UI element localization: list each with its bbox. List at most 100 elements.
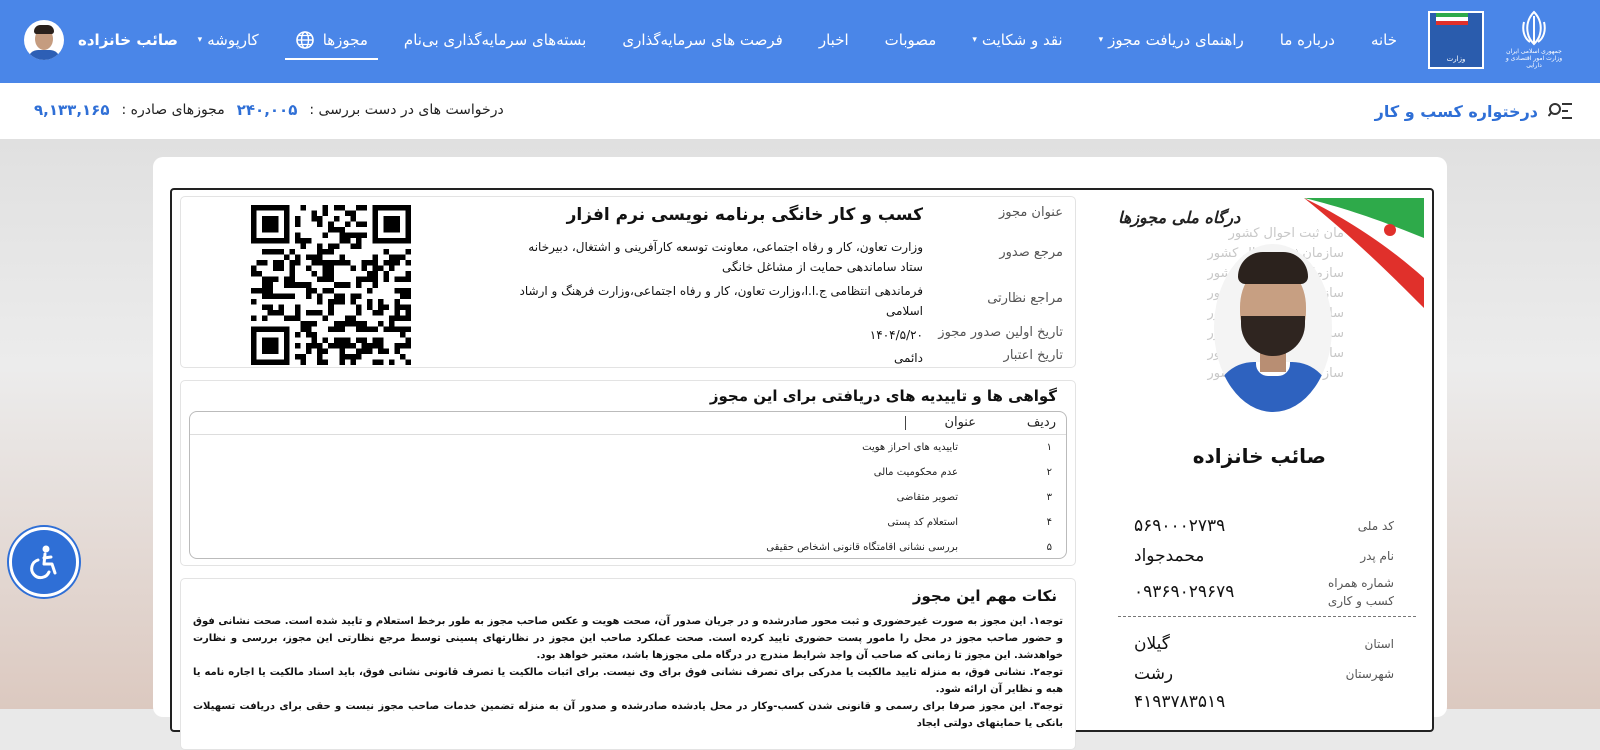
nav-item-4[interactable]: مصوبات xyxy=(867,0,955,80)
first-issue-label: تاریخ اولین صدور مجوز xyxy=(938,325,1063,340)
row-index: ۱ xyxy=(1046,442,1052,453)
profile-column: مان ثبت احوال کشورسازمان ثبت احوال کشورس… xyxy=(1118,198,1424,728)
row-title: عدم محکومیت مالی xyxy=(873,467,958,478)
avatar[interactable] xyxy=(24,20,64,60)
certificates-table: ردیف عنوان ۱ تاییدیه های احراز هویت ۲ عدم م… xyxy=(189,411,1067,559)
nav-item-label: مجوزها xyxy=(322,31,368,49)
issued-label: مجوزهای صادره : xyxy=(121,102,225,118)
validity-row: تاریخ اعتبار دائمی xyxy=(503,348,1063,368)
mobile-row: شماره همراه کسب و کاری ۰۹۳۶۹۰۲۹۶۷۹ xyxy=(1134,574,1394,610)
row-title: تاییدیه های احراز هویت xyxy=(862,442,958,453)
nav-item-1[interactable]: درباره ما xyxy=(1262,0,1353,80)
user-name[interactable]: صائب خانزاده xyxy=(78,31,178,49)
row-title: بررسی نشانی اقامتگاه قانونی اشخاص حقیقی xyxy=(766,542,958,553)
ministry-logo-text: وزارت xyxy=(1446,55,1466,63)
license-title: کسب و کار خانگی برنامه نویسی نرم افزار xyxy=(566,205,923,225)
nav-item-8[interactable]: مجوزها xyxy=(277,0,386,80)
nav-item-label: مصوبات xyxy=(884,31,937,49)
pending-value: ۲۴۰,۰۰۵ xyxy=(236,101,298,119)
certificates-box: گواهی ها و تاییدیه های دریافتی برای این … xyxy=(180,380,1076,566)
supervisors-label: مراجع نظارتی xyxy=(987,291,1063,306)
nav-item-label: نقد و شکایت xyxy=(981,31,1063,49)
national-id-value: ۵۶۹۰۰۰۲۷۳۹ xyxy=(1134,516,1226,536)
row-index: ۴ xyxy=(1046,517,1052,528)
certificates-title: گواهی ها و تاییدیه های دریافتی برای این … xyxy=(709,387,1057,405)
issued-value: ۹,۱۳۳,۱۶۵ xyxy=(34,101,110,119)
row-title: تصویر متقاضی xyxy=(896,492,958,503)
row-index: ۲ xyxy=(1046,467,1052,478)
province-value: گیلان xyxy=(1134,634,1170,654)
province-row: استان گیلان xyxy=(1134,634,1394,654)
notes-box: نکات مهم این مجوز توجه۱. این مجوز به صور… xyxy=(180,578,1076,750)
nav-item-6[interactable]: فرصت های سرمایه‌گذاری xyxy=(604,0,801,80)
sub-title[interactable]: درختواره کسب و کار xyxy=(1375,102,1538,121)
nav-item-3[interactable]: نقد و شکایت ▾ xyxy=(954,0,1080,80)
nav-item-label: اخبار xyxy=(818,31,849,49)
chevron-down-icon: ▾ xyxy=(972,35,977,45)
user-menu[interactable]: صائب خانزاده xyxy=(24,20,178,60)
table-row: ۵ بررسی نشانی اقامتگاه قانونی اشخاص حقیقی xyxy=(190,535,1066,558)
col-index-header: ردیف xyxy=(1026,415,1056,430)
stats-bar: درخواست های در دست بررسی : ۲۴۰,۰۰۵ مجوزه… xyxy=(34,101,504,119)
license-details-box: عنوان مجوز کسب و کار خانگی برنامه نویسی … xyxy=(180,196,1076,368)
mobile-value: ۰۹۳۶۹۰۲۹۶۷۹ xyxy=(1134,582,1235,602)
issuer-value: وزارت تعاون، کار و رفاه اجتماعی، معاونت … xyxy=(528,240,923,274)
nav-item-7[interactable]: بسته‌های سرمایه‌گذاری بی‌نام xyxy=(386,0,604,80)
license-title-label: عنوان مجوز xyxy=(998,205,1063,220)
col-title-header: عنوان xyxy=(905,416,1016,430)
emblem-caption: جمهوری اسلامی ایران وزارت امور اقتصادی و… xyxy=(1505,48,1563,69)
nav-item-label: فرصت های سرمایه‌گذاری xyxy=(622,31,783,49)
main-menu: خانه درباره ما راهنمای دریافت مجوز ▾ نقد و ش… xyxy=(180,0,1415,80)
notes-title: نکات مهم این مجوز xyxy=(912,587,1057,605)
nav-item-9[interactable]: کارپوشه ▾ xyxy=(180,0,277,80)
national-id-row: کد ملی ۵۶۹۰۰۰۲۷۳۹ xyxy=(1134,516,1394,536)
qr-code-icon[interactable] xyxy=(251,205,411,365)
emblem-icon xyxy=(1522,10,1546,46)
nav-item-0[interactable]: خانه xyxy=(1353,0,1415,80)
iran-emblem-logo[interactable]: جمهوری اسلامی ایران وزارت امور اقتصادی و… xyxy=(1498,8,1570,72)
flag-icon xyxy=(1436,13,1468,25)
province-label: استان xyxy=(1364,637,1394,651)
table-row: ۲ عدم محکومیت مالی xyxy=(190,460,1066,485)
first-issue-row: تاریخ اولین صدور مجوز ۱۴۰۴/۵/۲۰ xyxy=(503,325,1063,345)
separator xyxy=(1118,616,1416,617)
accessibility-icon xyxy=(30,545,57,580)
issuer-label: مرجع صدور xyxy=(999,245,1063,260)
city-label: شهرستان xyxy=(1345,667,1394,681)
accessibility-button[interactable] xyxy=(9,527,79,597)
ministry-logo[interactable]: وزارت xyxy=(1428,11,1484,69)
table-row: ۴ استعلام کد پستی xyxy=(190,510,1066,535)
nav-item-label: راهنمای دریافت مجوز xyxy=(1108,31,1244,49)
national-id-label: کد ملی xyxy=(1357,519,1394,533)
nav-item-5[interactable]: اخبار xyxy=(801,0,867,80)
license-certificate: مان ثبت احوال کشورسازمان ثبت احوال کشورس… xyxy=(170,188,1434,750)
father-name-value: محمدجواد xyxy=(1134,546,1205,566)
supervisors-row: مراجع نظارتی فرماندهی انتظامی ج.ا.ا،وزار… xyxy=(503,281,1063,321)
tree-search-icon xyxy=(1548,103,1572,119)
validity-value: دائمی xyxy=(894,351,923,365)
first-issue-value: ۱۴۰۴/۵/۲۰ xyxy=(869,328,923,342)
nav-item-2[interactable]: راهنمای دریافت مجوز ▾ xyxy=(1081,0,1262,80)
nav-item-label: خانه xyxy=(1370,31,1397,49)
top-navbar: جمهوری اسلامی ایران وزارت امور اقتصادی و… xyxy=(0,0,1600,83)
nav-item-label: کارپوشه xyxy=(207,31,259,49)
father-name-label: نام پدر xyxy=(1360,549,1394,563)
postal-code-value: ۴۱۹۳۷۸۳۵۱۹ xyxy=(1134,692,1226,712)
table-header: ردیف عنوان xyxy=(190,412,1066,435)
postal-code-row: ۴۱۹۳۷۸۳۵۱۹ xyxy=(1134,692,1394,712)
nav-item-label: بسته‌های سرمایه‌گذاری بی‌نام xyxy=(403,31,587,49)
row-title: استعلام کد پستی xyxy=(887,517,958,528)
business-tree-link[interactable]: درختواره کسب و کار xyxy=(1375,100,1574,122)
chevron-down-icon: ▾ xyxy=(1098,35,1104,45)
pending-label: درخواست های در دست بررسی : xyxy=(309,102,504,118)
row-index: ۳ xyxy=(1046,492,1052,503)
table-row: ۱ تاییدیه های احراز هویت xyxy=(190,435,1066,460)
globe-icon xyxy=(295,30,315,50)
issuer-row: مرجع صدور وزارت تعاون، کار و رفاه اجتماع… xyxy=(503,237,1063,277)
supervisors-value: فرماندهی انتظامی ج.ا.ا،وزارت تعاون، کار … xyxy=(519,284,923,318)
notes-text: توجه۱. این مجوز به صورت غیرحضوری و ثبت م… xyxy=(193,616,1063,729)
father-name-row: نام پدر محمدجواد xyxy=(1134,546,1394,566)
nav-item-label: درباره ما xyxy=(1279,31,1335,49)
portal-logo: درگاه ملی مجوزها xyxy=(1118,208,1241,227)
city-row: شهرستان رشت xyxy=(1134,664,1394,684)
